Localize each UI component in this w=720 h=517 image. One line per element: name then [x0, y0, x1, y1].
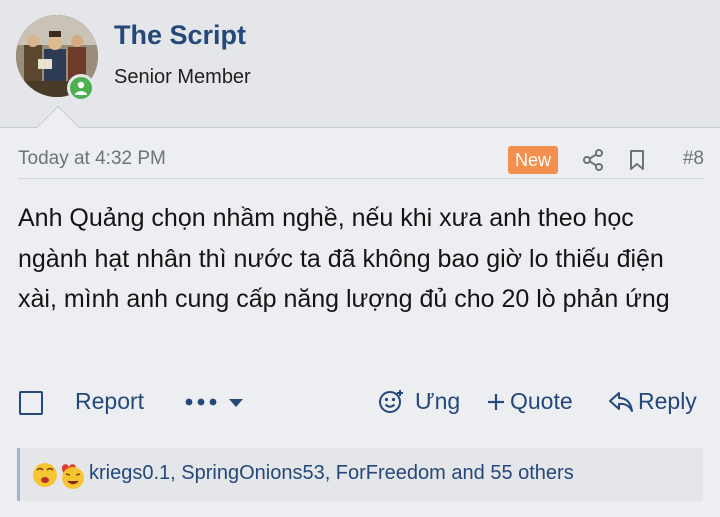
quote-label: Quote	[510, 388, 573, 414]
post-number[interactable]: #8	[683, 148, 704, 170]
report-label: Report	[75, 388, 145, 414]
post-timestamp[interactable]: Today at 4:32 PM	[18, 148, 166, 170]
react-button[interactable]: Ưng	[378, 388, 460, 415]
post-actions: Report Ưng Quote Reply	[0, 380, 720, 424]
select-checkbox[interactable]	[19, 391, 43, 415]
react-smiley-icon	[379, 390, 403, 413]
reaction-emoji-icon	[33, 463, 84, 489]
post-body: Anh Quảng chọn nhầm nghề, nếu khi xưa an…	[18, 204, 670, 313]
report-button[interactable]: Report	[75, 388, 144, 415]
more-options-icon	[185, 398, 243, 407]
message-user-header: The Script Senior Member	[0, 0, 720, 128]
user-title: Senior Member	[114, 66, 251, 88]
reactions-bar[interactable]: kriegs0.1, SpringOnions53, ForFreedom an…	[17, 448, 703, 501]
username[interactable]: The Script	[114, 20, 246, 51]
reply-button[interactable]: Reply	[608, 388, 697, 415]
new-badge: New	[508, 146, 559, 174]
message-attribution: Today at 4:32 PM New #8	[18, 143, 704, 179]
share-icon[interactable]	[580, 147, 606, 173]
plus-icon	[488, 393, 504, 410]
react-label: Ưng	[415, 388, 461, 414]
bookmark-icon[interactable]	[624, 147, 650, 173]
reply-label: Reply	[638, 388, 697, 414]
more-options-button[interactable]	[184, 390, 250, 414]
online-status-icon	[67, 74, 95, 102]
quote-button[interactable]: Quote	[486, 388, 573, 415]
reply-arrow-icon	[609, 391, 633, 412]
reaction-users[interactable]: kriegs0.1, SpringOnions53, ForFreedom an…	[89, 462, 574, 485]
